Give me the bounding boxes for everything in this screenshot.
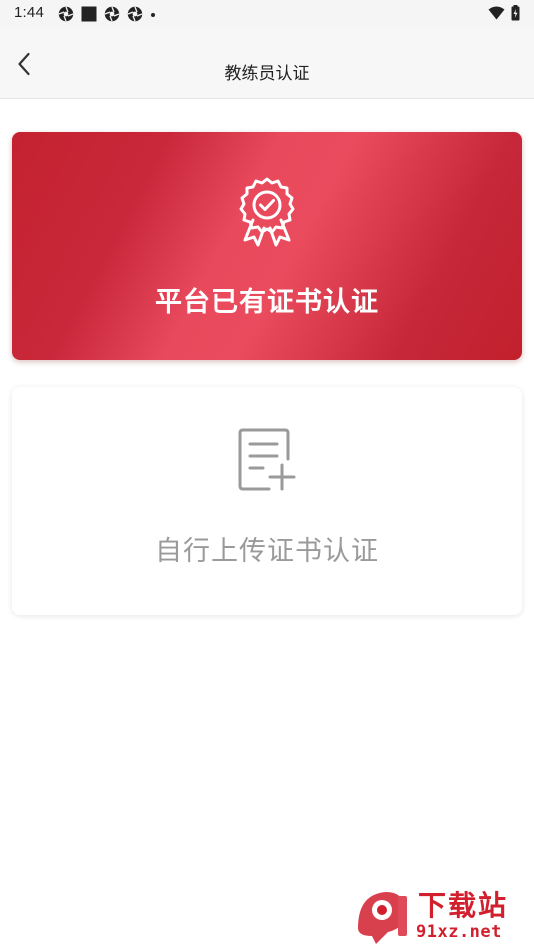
status-time: 1:44 [14,4,44,21]
platform-certificate-label: 平台已有证书认证 [155,287,379,318]
notification-icons [58,6,156,22]
page-title: 教练员认证 [224,64,310,84]
watermark: 下载站 91xz.net [354,884,532,948]
watermark-title: 下载站 [418,889,509,922]
aperture-icon [58,6,74,22]
platform-certificate-card[interactable]: 平台已有证书认证 [12,132,522,360]
nav-bar: 教练员认证 [0,28,534,99]
site-logo-icon [358,892,407,944]
wifi-icon [488,6,505,20]
aperture-icon [104,6,120,22]
upload-certificate-label: 自行上传证书认证 [155,536,379,567]
certificate-badge-icon [239,177,295,247]
status-bar: 1:44 [0,0,534,28]
battery-icon [511,5,520,21]
system-icons [488,5,520,21]
square-icon [81,6,97,22]
watermark-domain: 91xz.net [416,922,502,942]
aperture-icon [127,6,143,22]
document-add-icon [238,428,296,491]
upload-certificate-card[interactable]: 自行上传证书认证 [12,387,522,615]
dot-icon [151,13,155,17]
